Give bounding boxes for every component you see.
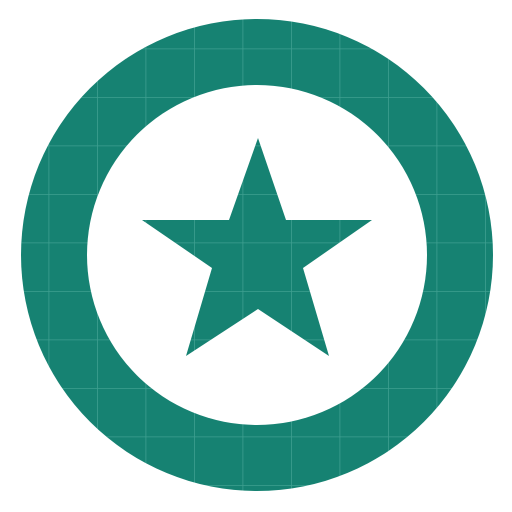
app-icon — [0, 0, 512, 512]
star-badge-icon — [21, 19, 493, 491]
